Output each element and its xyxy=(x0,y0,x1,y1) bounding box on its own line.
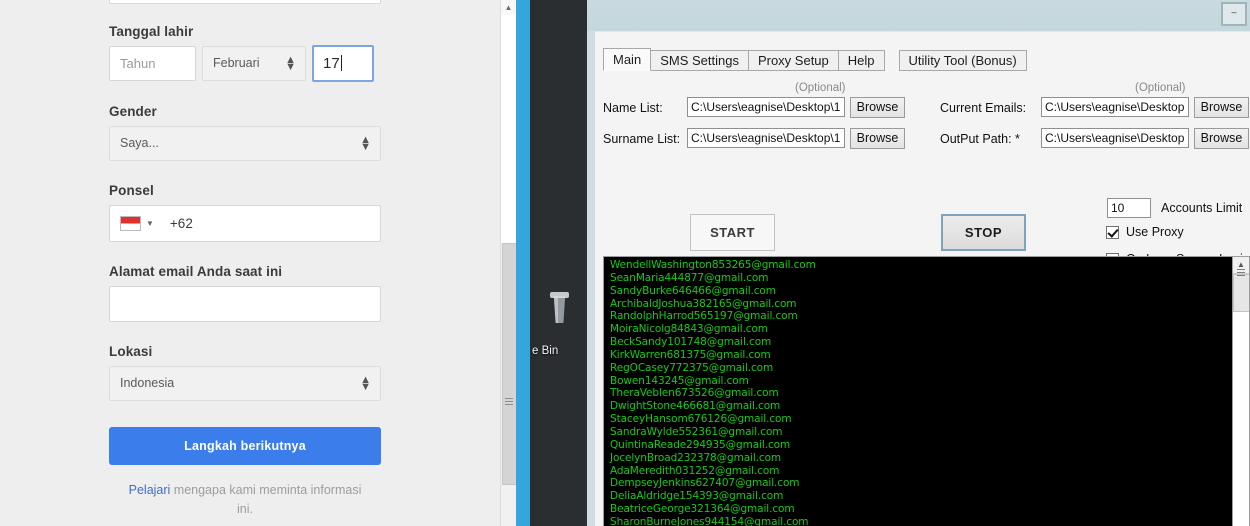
current-emails-label: Current Emails: xyxy=(940,101,1027,115)
name-list-browse-button[interactable]: Browse xyxy=(850,97,905,118)
scrollbar-grip-icon xyxy=(505,398,513,405)
console-line: DwightStone466681@gmail.com xyxy=(610,400,781,413)
console-line: MoiraNicolg84843@gmail.com xyxy=(610,323,768,336)
window-titlebar[interactable]: – xyxy=(587,0,1250,31)
phone-country-code: +62 xyxy=(169,216,193,231)
console-line: ArchibaldJoshua382165@gmail.com xyxy=(610,297,797,310)
surname-list-label: Surname List: xyxy=(603,132,681,146)
output-console[interactable]: WendellWashington853265@gmail.com SeanMar… xyxy=(603,256,1250,526)
dob-year-input[interactable]: Tahun xyxy=(109,46,196,81)
console-line: SharonBurneJones944154@gmail.com xyxy=(610,515,809,526)
console-line: StaceyHansom676126@gmail.com xyxy=(610,413,792,426)
email-input[interactable] xyxy=(109,286,381,322)
current-emails-input[interactable]: C:\Users\eagnise\Desktop xyxy=(1041,97,1189,117)
output-path-input[interactable]: C:\Users\eagnise\Desktop xyxy=(1041,128,1189,148)
tab-utility-tool[interactable]: Utility Tool (Bonus) xyxy=(898,50,1027,71)
right-optional-label: (Optional) xyxy=(1135,82,1186,94)
console-line: BeatriceGeorge321364@gmail.com xyxy=(610,503,795,516)
console-scrollbar-thumb[interactable] xyxy=(1233,274,1249,312)
use-proxy-checkbox[interactable] xyxy=(1106,225,1119,239)
email-label: Alamat email Anda saat ini xyxy=(109,264,283,279)
browser-scrollbar[interactable]: ▲ xyxy=(500,0,516,526)
tabstrip: Main SMS Settings Proxy Setup Help Utili… xyxy=(603,48,1027,71)
console-line: RegOCasey772375@gmail.com xyxy=(610,361,774,374)
tab-help[interactable]: Help xyxy=(837,50,885,71)
console-line: SandraWylde552361@gmail.com xyxy=(610,425,783,438)
recycle-bin-label: e Bin xyxy=(532,345,559,357)
console-line: Bowen143245@gmail.com xyxy=(610,374,749,387)
console-line: AdaMeredith031252@gmail.com xyxy=(610,464,780,477)
console-line: BeckSandy101748@gmail.com xyxy=(610,336,772,349)
text-cursor-icon xyxy=(340,55,342,71)
surname-list-input[interactable]: C:\Users\eagnise\Desktop\1 xyxy=(687,128,845,148)
dob-month-value: Februari xyxy=(213,56,260,70)
location-value: Indonesia xyxy=(120,376,175,390)
scrollbar-track[interactable] xyxy=(501,15,516,243)
dob-day-value: 17 xyxy=(323,55,340,72)
chevron-down-icon[interactable]: ▼ xyxy=(146,219,154,228)
recycle-bin-icon[interactable] xyxy=(549,290,571,324)
left-optional-label: (Optional) xyxy=(795,82,846,94)
output-path-label: OutPut Path: * xyxy=(940,132,1020,146)
dob-row: Tahun Februari ▲ ▼ 17 xyxy=(109,45,381,82)
recycle-bin-lid xyxy=(550,292,569,298)
location-select[interactable]: Indonesia ▲ ▼ xyxy=(109,366,381,401)
browser-page: Tanggal lahir Tahun Februari ▲ ▼ 17 Gende… xyxy=(0,0,516,526)
accounts-limit-input[interactable]: 10 xyxy=(1107,198,1151,218)
console-line: KirkWarren681375@gmail.com xyxy=(610,348,771,361)
console-line: WendellWashington853265@gmail.com xyxy=(610,259,816,271)
minimize-button[interactable]: – xyxy=(1221,2,1247,26)
dob-month-select[interactable]: Februari ▲ ▼ xyxy=(202,46,306,81)
signup-form: Tanggal lahir Tahun Februari ▲ ▼ 17 Gende… xyxy=(109,0,381,519)
scroll-up-arrow-icon[interactable]: ▲ xyxy=(501,0,516,15)
console-line: JocelynBroad232378@gmail.com xyxy=(610,451,782,464)
current-emails-browse-button[interactable]: Browse xyxy=(1194,97,1249,118)
window-left-edge xyxy=(516,0,530,526)
scrollbar-thumb[interactable] xyxy=(502,243,516,485)
console-line: SandyBurke646466@gmail.com xyxy=(610,284,776,297)
tab-sms-settings[interactable]: SMS Settings xyxy=(650,50,749,71)
gender-label: Gender xyxy=(109,104,157,119)
use-proxy-label: Use Proxy xyxy=(1126,225,1184,239)
indonesia-flag-icon xyxy=(120,216,141,231)
location-label: Lokasi xyxy=(109,344,153,359)
spinner-icon: ▲ ▼ xyxy=(360,133,371,153)
spinner-icon: ▲ ▼ xyxy=(360,373,371,393)
desktop-background: e Bin xyxy=(516,0,587,526)
name-list-label: Name List: xyxy=(603,101,663,115)
recycle-bin-body xyxy=(553,296,566,323)
screenshot-root: Tanggal lahir Tahun Februari ▲ ▼ 17 Gende… xyxy=(0,0,1250,526)
console-scrollbar[interactable]: ▲ xyxy=(1232,257,1249,526)
surname-list-browse-button[interactable]: Browse xyxy=(850,128,905,149)
name-list-input[interactable]: C:\Users\eagnise\Desktop\1 xyxy=(687,97,845,117)
learn-more-link[interactable]: Pelajari xyxy=(129,483,171,497)
help-text-block: Pelajari mengapa kami meminta informasi … xyxy=(109,481,381,519)
spinner-icon: ▲ ▼ xyxy=(285,53,296,73)
console-line: DempseyJenkins627407@gmail.com xyxy=(610,477,800,490)
console-log-text: WendellWashington853265@gmail.com SeanMar… xyxy=(610,259,1210,526)
account-creator-window: – Main SMS Settings Proxy Setup Help Uti… xyxy=(587,0,1250,526)
help-text: mengapa kami meminta informasi ini. xyxy=(170,483,362,516)
gender-select[interactable]: Saya... ▲ ▼ xyxy=(109,126,381,161)
output-path-browse-button[interactable]: Browse xyxy=(1194,128,1249,149)
phone-label: Ponsel xyxy=(109,183,154,198)
dob-label: Tanggal lahir xyxy=(109,24,194,39)
console-line: RandolphHarrod565197@gmail.com xyxy=(610,310,798,323)
tab-proxy-setup[interactable]: Proxy Setup xyxy=(747,50,839,71)
console-line: QuintinaReade294935@gmail.com xyxy=(610,438,791,451)
console-line: TheraVeblen673526@gmail.com xyxy=(610,387,779,400)
dob-day-input[interactable]: 17 xyxy=(312,45,374,82)
gender-value: Saya... xyxy=(120,136,159,150)
phone-input[interactable]: ▼ +62 xyxy=(109,205,381,242)
stop-button[interactable]: STOP xyxy=(941,214,1026,251)
start-button[interactable]: START xyxy=(690,214,775,251)
next-step-button[interactable]: Langkah berikutnya xyxy=(109,427,381,465)
console-line: SeanMaria444877@gmail.com xyxy=(610,271,769,284)
tab-main[interactable]: Main xyxy=(603,48,652,71)
accounts-limit-label: Accounts Limit xyxy=(1161,201,1243,215)
console-line: DeliaAldridge154393@gmail.com xyxy=(610,490,784,503)
console-scrollbar-grip-icon xyxy=(1237,269,1245,277)
window-client-area: Main SMS Settings Proxy Setup Help Utili… xyxy=(595,31,1250,526)
use-proxy-row[interactable]: Use Proxy xyxy=(1106,225,1184,239)
